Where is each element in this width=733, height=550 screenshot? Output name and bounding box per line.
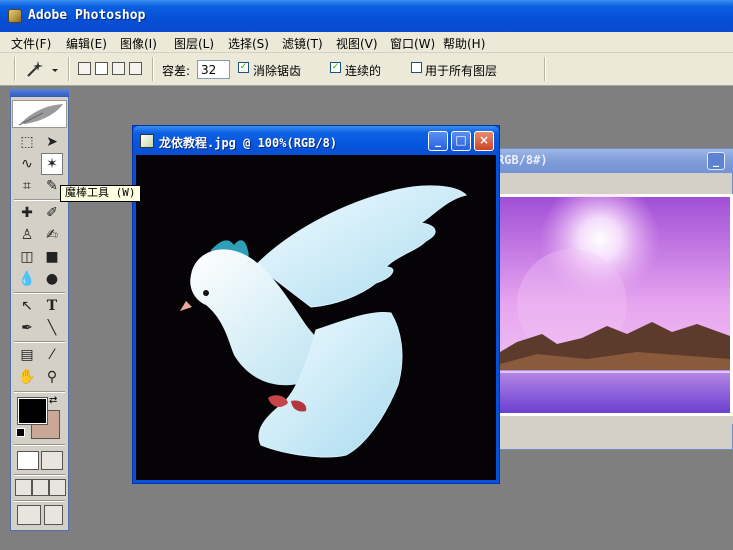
menu-select[interactable]: 选择(S): [228, 35, 269, 52]
anti-alias-checkbox[interactable]: ✓: [238, 62, 249, 73]
quick-mask-icon[interactable]: [41, 451, 63, 470]
menu-help[interactable]: 帮助(H): [443, 35, 485, 52]
options-divider: [544, 57, 546, 81]
zoom-icon[interactable]: ⚲: [41, 366, 63, 388]
toolbox-divider: [14, 474, 65, 476]
healing-brush-icon[interactable]: ✚: [16, 202, 38, 224]
blur-icon[interactable]: 💧: [16, 268, 38, 290]
menu-bar: 文件(F) 编辑(E) 图像(I) 图层(L) 选择(S) 滤镜(T) 视图(V…: [0, 32, 733, 53]
minimize-button[interactable]: _: [428, 131, 448, 151]
toolbox-title-bar[interactable]: [10, 89, 69, 97]
magic-wand-icon: [27, 61, 43, 77]
all-layers-checkbox[interactable]: [411, 62, 422, 73]
back-minimize-button[interactable]: _: [707, 152, 725, 170]
anti-alias-label: 消除锯齿: [253, 64, 302, 78]
toolbox-divider: [14, 199, 65, 201]
intersect-selection-icon[interactable]: [129, 62, 142, 75]
standard-mode-icon[interactable]: [17, 451, 39, 470]
contiguous-checkbox[interactable]: ✓: [330, 62, 341, 73]
menu-layer[interactable]: 图层(L): [174, 35, 214, 52]
tool-tooltip: 魔棒工具 (W): [60, 185, 141, 202]
new-selection-icon[interactable]: [78, 62, 91, 75]
menu-window[interactable]: 窗口(W): [390, 35, 435, 52]
subtract-selection-icon[interactable]: [112, 62, 125, 75]
landscape-image-canvas[interactable]: [497, 194, 733, 424]
document-title: 龙依教程.jpg @ 100%(RGB/8): [159, 136, 338, 150]
photoshop-app-icon: [8, 9, 22, 23]
eraser-icon[interactable]: ◫: [16, 246, 38, 268]
tolerance-label: 容差:: [162, 64, 191, 78]
brush-icon[interactable]: ✐: [41, 202, 63, 224]
line-icon[interactable]: ╲: [41, 317, 63, 339]
move-icon[interactable]: ➤: [41, 131, 63, 153]
app-title: Adobe Photoshop: [28, 8, 146, 23]
contiguous-label: 连续的: [345, 64, 382, 78]
hand-icon[interactable]: ✋: [16, 366, 38, 388]
foreground-color-swatch[interactable]: [17, 397, 48, 425]
crop-icon[interactable]: ⌗: [16, 175, 38, 197]
menu-file[interactable]: 文件(F): [11, 35, 51, 52]
notes-icon[interactable]: ▤: [16, 344, 38, 366]
path-select-icon[interactable]: ↖: [16, 295, 38, 317]
pen-icon[interactable]: ✒: [16, 317, 38, 339]
menu-edit[interactable]: 编辑(E): [66, 35, 107, 52]
default-colors-icon[interactable]: [16, 428, 25, 437]
dodge-icon[interactable]: ●: [41, 268, 63, 290]
magic-wand-icon[interactable]: ✶: [41, 153, 63, 175]
toolbox-divider: [14, 341, 65, 343]
type-icon[interactable]: T: [41, 295, 63, 317]
close-button[interactable]: ×: [474, 131, 494, 151]
toolbox-divider: [14, 444, 65, 446]
history-brush-icon[interactable]: ✍: [41, 224, 63, 246]
options-divider: [14, 57, 16, 81]
options-divider: [152, 57, 154, 81]
eyedropper-icon[interactable]: ⁄: [41, 344, 63, 366]
menu-image[interactable]: 图像(I): [120, 35, 157, 52]
menu-filter[interactable]: 滤镜(T): [282, 35, 323, 52]
tolerance-input[interactable]: [197, 60, 230, 79]
swap-colors-icon[interactable]: ⇄: [49, 395, 57, 406]
screen-mode-standard-icon[interactable]: [15, 479, 32, 496]
tool-preset-picker[interactable]: [25, 59, 65, 79]
maximize-button[interactable]: □: [451, 131, 471, 151]
toolbox-divider: [14, 500, 65, 502]
checkmark-icon[interactable]: [44, 505, 63, 525]
dove-image-canvas[interactable]: [136, 155, 496, 480]
toolbox-divider: [14, 391, 65, 393]
options-divider: [68, 57, 70, 81]
lasso-icon[interactable]: ∿: [16, 153, 38, 175]
add-to-selection-icon[interactable]: [95, 62, 108, 75]
chevron-down-icon: [52, 69, 58, 72]
gradient-icon[interactable]: ■: [41, 246, 63, 268]
screen-mode-full-menu-icon[interactable]: [32, 479, 49, 496]
screen-mode-full-icon[interactable]: [49, 479, 66, 496]
adobe-feather-icon[interactable]: [12, 100, 67, 128]
toolbox-divider: [14, 292, 65, 294]
jump-to-imageready-icon[interactable]: [17, 505, 41, 525]
marquee-icon[interactable]: ⬚: [16, 131, 38, 153]
menu-view[interactable]: 视图(V): [336, 35, 378, 52]
document-icon: [140, 134, 154, 148]
clone-stamp-icon[interactable]: ♙: [16, 224, 38, 246]
all-layers-label: 用于所有图层: [425, 64, 498, 78]
back-document-title: RGB/8#): [497, 153, 548, 167]
options-bar: 容差: ✓ 消除锯齿 ✓ 连续的 用于所有图层: [0, 53, 733, 86]
